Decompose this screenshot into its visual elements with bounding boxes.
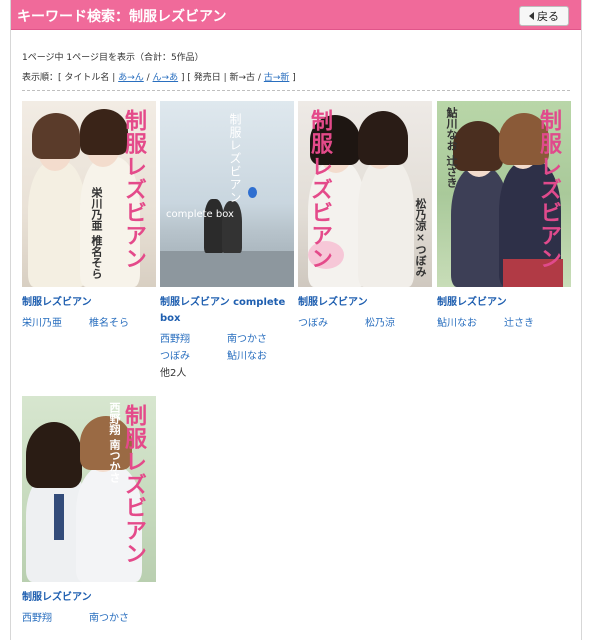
sort-title-desc-link[interactable]: ん→あ xyxy=(153,73,179,83)
back-arrow-icon xyxy=(529,12,534,20)
actor-link[interactable]: つぼみ xyxy=(160,348,227,365)
actor-link[interactable]: 南つかさ xyxy=(89,610,156,627)
back-button-label: 戻る xyxy=(537,10,559,23)
actor-link[interactable]: 西野翔 xyxy=(22,610,89,627)
cover-image-link[interactable]: 制服レズビアン 鮎川なお 辻さき xyxy=(437,101,571,287)
list-item: 制服レズビアン 鮎川なお 辻さき 制服レズビアン 鮎川なお 辻さき xyxy=(437,101,571,332)
sort-old-new-link[interactable]: 古→新 xyxy=(264,73,290,83)
page-title: キーワード検索：制服レズビアン xyxy=(17,9,227,25)
actor-list: 栄川乃亜 椎名そら xyxy=(22,315,156,332)
sort-slash-2: / xyxy=(257,73,261,83)
sort-title-asc-link[interactable]: あ→ん xyxy=(118,73,144,83)
cover-image-link[interactable]: 制服レズビアン 松乃涼×つぼみ xyxy=(298,101,432,287)
header-bar: キーワード検索：制服レズビアン 戻る xyxy=(11,0,581,30)
page-info: 1ページ中 1ページ目を表示（合計：5作品） xyxy=(22,53,204,63)
item-title-link[interactable]: 制服レズビアン xyxy=(437,295,571,311)
list-item: 制服レズビアン 栄川乃亜 椎名そら 制服レズビアン 栄川乃亜 椎名そら xyxy=(22,101,156,332)
cover-names-text: 西野翔 南つかさ xyxy=(108,402,121,483)
item-title-link[interactable]: 制服レズビアン xyxy=(22,590,156,606)
cover-names-text: 栄川乃亜 椎名そら xyxy=(90,187,103,279)
sort-title-label: タイトル名 xyxy=(64,73,110,83)
item-title-link[interactable]: 制服レズビアン xyxy=(22,295,156,311)
cover-subtitle-text: complete box xyxy=(166,209,234,220)
sort-suffix: ] xyxy=(292,73,296,83)
cover-title-text: 制服レズビアン xyxy=(121,404,147,565)
sort-order-row: 表示順：[ タイトル名 | あ→ん / ん→あ ] [ 発売日 | 新→古 / … xyxy=(22,73,296,83)
cover-image-link[interactable]: 制服レズビアン 西野翔 南つかさ xyxy=(22,396,156,582)
actor-link[interactable]: 西野翔 xyxy=(160,331,227,348)
actor-list: 西野翔 南つかさ つぼみ 鮎川なお 他2人 xyxy=(160,331,294,382)
actor-link[interactable]: 鮎川なお xyxy=(437,315,504,332)
actor-list: 西野翔 南つかさ xyxy=(22,610,156,627)
actor-link[interactable]: 椎名そら xyxy=(89,315,156,332)
sort-new-old-label: 新→古 xyxy=(229,73,256,83)
page-frame: キーワード検索：制服レズビアン 戻る 1ページ中 1ページ目を表示（合計：5作品… xyxy=(10,0,582,640)
sort-slash-1: / xyxy=(146,73,150,83)
cover-title-text: 制服レズビアン xyxy=(121,109,147,270)
sort-prefix: 表示順：[ xyxy=(22,73,62,83)
actor-link[interactable]: 鮎川なお xyxy=(227,348,294,365)
item-title-link[interactable]: 制服レズビアン complete box xyxy=(160,295,294,327)
actor-list: 鮎川なお 辻さき xyxy=(437,315,571,332)
item-title-link[interactable]: 制服レズビアン xyxy=(298,295,432,311)
sort-mid: ] [ 発売日 | xyxy=(180,73,227,83)
cover-image-link[interactable]: 制服レズビアン complete box xyxy=(160,101,294,287)
back-button[interactable]: 戻る xyxy=(519,6,569,26)
cover-title-text: 制服レズビアン xyxy=(536,109,562,270)
actor-link[interactable]: 辻さき xyxy=(504,315,571,332)
cover-names-text: 鮎川なお 辻さき xyxy=(445,107,458,188)
actor-link[interactable]: 松乃涼 xyxy=(365,315,432,332)
cover-title-text: 制服レズビアン xyxy=(228,113,242,204)
list-item: 制服レズビアン 西野翔 南つかさ 制服レズビアン 西野翔 南つかさ xyxy=(22,396,156,627)
cover-image-link[interactable]: 制服レズビアン 栄川乃亜 椎名そら xyxy=(22,101,156,287)
divider xyxy=(22,90,570,91)
actor-link[interactable]: つぼみ xyxy=(298,315,365,332)
actor-list: つぼみ 松乃涼 xyxy=(298,315,432,332)
cover-names-text: 松乃涼×つぼみ xyxy=(414,198,427,277)
list-item: 制服レズビアン complete box 制服レズビアン complete bo… xyxy=(160,101,294,382)
actor-link[interactable]: 栄川乃亜 xyxy=(22,315,89,332)
list-item: 制服レズビアン 松乃涼×つぼみ 制服レズビアン つぼみ 松乃涼 xyxy=(298,101,432,332)
more-actors-text: 他2人 xyxy=(160,368,187,379)
actor-link[interactable]: 南つかさ xyxy=(227,331,294,348)
cover-title-text: 制服レズビアン xyxy=(307,109,333,270)
